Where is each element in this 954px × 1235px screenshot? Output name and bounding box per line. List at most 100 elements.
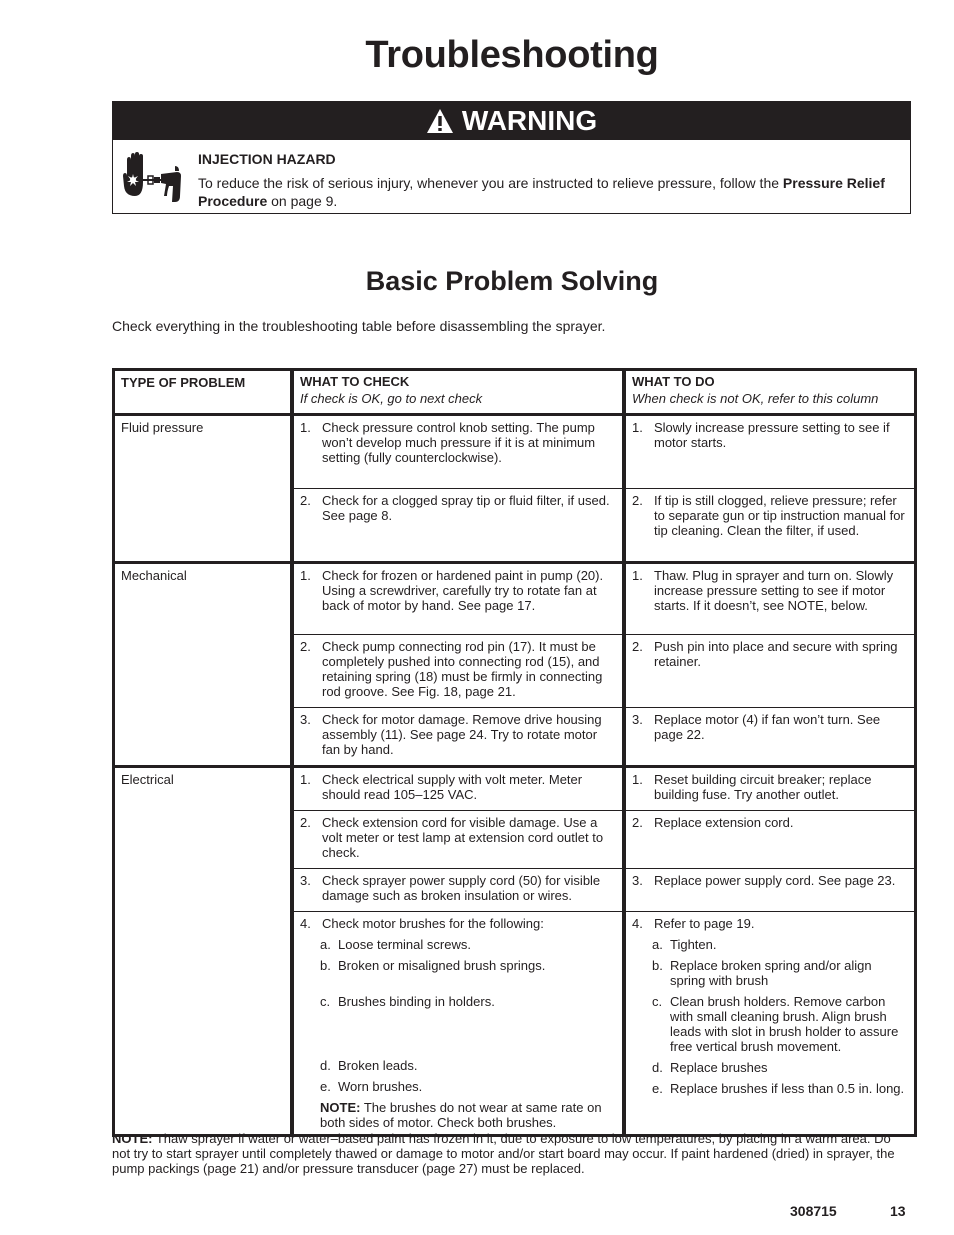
sub-item: c. Brushes binding in holders. — [320, 994, 616, 1052]
section-title: Basic Problem Solving — [365, 266, 659, 296]
brush-note: NOTE: The brushes do not wear at same ra… — [320, 1100, 616, 1130]
numbered-item: 3. Check sprayer power supply cord (50) f… — [300, 873, 616, 903]
sub-item-letter: a. — [320, 937, 331, 952]
brush-note-text: The brushes do not wear at same rate on … — [320, 1100, 602, 1130]
item-number: 4. — [632, 916, 643, 931]
numbered-item: 1. Slowly increase pressure setting to se… — [632, 420, 908, 450]
sub-item: d. Replace brushes — [652, 1060, 908, 1075]
sub-item: e. Worn brushes. — [320, 1079, 616, 1094]
header-check: WHAT TO CHECK If check is OK, go to next… — [290, 371, 622, 413]
numbered-item: 1. Check for frozen or hardened paint in … — [300, 568, 616, 613]
footer-note-label: NOTE: — [112, 1131, 153, 1146]
what-to-check-cell: 1. Check pressure control knob setting. T… — [290, 416, 622, 488]
numbered-item: 2. If tip is still clogged, relieve press… — [632, 493, 908, 538]
item-number: 1. — [300, 568, 311, 583]
sub-check-text: Worn brushes. — [338, 1079, 423, 1094]
what-to-do-cell: 2. If tip is still clogged, relieve press… — [622, 489, 914, 561]
sub-item: d. Broken leads. — [320, 1058, 616, 1073]
header-check-subtitle: If check is OK, go to next check — [300, 391, 483, 406]
table-row: 4. Check motor brushes for the following:… — [290, 911, 914, 1134]
sub-item-letter: d. — [320, 1058, 331, 1073]
hazard-text-before: To reduce the risk of serious injury, wh… — [198, 175, 783, 191]
item-number: 1. — [300, 420, 311, 435]
what-to-check-cell: 2. Check for a clogged spray tip or fluid… — [290, 489, 622, 561]
action-text: Thaw. Plug in sprayer and turn on. Slowl… — [654, 568, 894, 613]
action-text: Replace motor (4) if fan won’t turn. See… — [654, 712, 881, 742]
sub-action-text: Replace broken spring and/or align sprin… — [670, 958, 872, 988]
item-number: 1. — [300, 772, 311, 787]
table-row: 3. Check sprayer power supply cord (50) f… — [290, 868, 914, 911]
what-to-do-cell: 3. Replace power supply cord. See page 23… — [622, 869, 914, 911]
group-rows: 1. Check electrical supply with volt mete… — [290, 768, 914, 1134]
sub-item: b. Broken or misaligned brush springs. — [320, 958, 616, 988]
numbered-item: 3. Replace motor (4) if fan won’t turn. S… — [632, 712, 908, 742]
sub-check-text: Brushes binding in holders. — [338, 994, 495, 1009]
sub-action-text: Tighten. — [670, 937, 717, 952]
numbered-item: 2. Check for a clogged spray tip or fluid… — [300, 493, 616, 523]
what-to-do-cell: 4. Refer to page 19. a. Tighten. b. Replace b… — [622, 912, 914, 1134]
what-to-check-cell: 1. Check electrical supply with volt mete… — [290, 768, 622, 810]
brush-note-label: NOTE: — [320, 1100, 361, 1115]
item-number: 2. — [632, 815, 643, 830]
what-to-do-cell: 1. Thaw. Plug in sprayer and turn on. Slo… — [622, 564, 914, 634]
hazard-text: To reduce the risk of serious injury, wh… — [198, 174, 898, 210]
problem-type: Electrical — [121, 772, 174, 787]
sub-item: c. Clean brush holders. Remove carbon wit… — [652, 994, 908, 1054]
table-row: 2. Check extension cord for visible damag… — [290, 810, 914, 868]
sub-item: a. Loose terminal screws. — [320, 937, 616, 952]
problem-type: Fluid pressure — [121, 420, 204, 435]
sub-action-text: Clean brush holders. Remove carbon with … — [670, 994, 899, 1054]
page-number: 13 — [890, 1203, 906, 1219]
sub-item: e. Replace brushes if less than 0.5 in. l… — [652, 1081, 908, 1096]
action-text: Replace power supply cord. See page 23. — [654, 873, 896, 888]
sub-item-letter: e. — [320, 1079, 331, 1094]
numbered-item: 3. Replace power supply cord. See page 23… — [632, 873, 908, 888]
what-to-do-cell: 3. Replace motor (4) if fan won’t turn. S… — [622, 708, 914, 765]
warning-triangle-icon — [426, 108, 454, 134]
item-number: 3. — [632, 712, 643, 727]
sub-item-letter: c. — [652, 994, 663, 1009]
sub-item: a. Tighten. — [652, 937, 908, 952]
sub-action-text: Replace brushes if less than 0.5 in. lon… — [670, 1081, 905, 1096]
numbered-item: 2. Push pin into place and secure with sp… — [632, 639, 908, 669]
numbered-item: 1. Thaw. Plug in sprayer and turn on. Slo… — [632, 568, 908, 613]
check-text: Check for motor damage. Remove drive hou… — [322, 712, 602, 757]
what-to-do-cell: 2. Replace extension cord. — [622, 811, 914, 868]
sub-item-letter: e. — [652, 1081, 663, 1096]
what-to-check-cell: 2. Check pump connecting rod pin (17). It… — [290, 635, 622, 707]
table-row: 2. Check for a clogged spray tip or fluid… — [290, 488, 914, 561]
numbered-item: 4. Refer to page 19. — [632, 916, 908, 931]
numbered-item: 1. Check pressure control knob setting. T… — [300, 420, 616, 465]
what-to-check-cell: 1. Check for frozen or hardened paint in … — [290, 564, 622, 634]
sub-action-text: Replace brushes — [670, 1060, 768, 1075]
check-text: Check extension cord for visible damage.… — [322, 815, 604, 860]
header-do-subtitle: When check is not OK, refer to this colu… — [632, 391, 879, 406]
sub-check-text: Broken or misaligned brush springs. — [338, 958, 546, 973]
item-number: 3. — [632, 873, 643, 888]
sub-item-letter: c. — [320, 994, 331, 1009]
check-text: Check electrical supply with volt meter.… — [322, 772, 583, 802]
item-number: 1. — [632, 420, 643, 435]
item-number: 2. — [632, 493, 643, 508]
hazard-text-after: on page 9. — [267, 193, 338, 209]
header-do: WHAT TO DO When check is not OK, refer t… — [622, 371, 914, 413]
warning-body: INJECTION HAZARD To reduce the risk of s… — [113, 140, 910, 214]
check-text: Check motor brushes for the following: — [322, 916, 544, 931]
action-text: Replace extension cord. — [654, 815, 794, 830]
item-number: 2. — [300, 815, 311, 830]
table-row: 2. Check pump connecting rod pin (17). It… — [290, 634, 914, 707]
check-text: Check sprayer power supply cord (50) for… — [322, 873, 601, 903]
check-text: Check for a clogged spray tip or fluid f… — [322, 493, 610, 523]
document-number: 308715 — [790, 1203, 837, 1219]
numbered-item: 4. Check motor brushes for the following: — [300, 916, 616, 931]
what-to-do-cell: 1. Slowly increase pressure setting to se… — [622, 416, 914, 488]
sub-check-text: Broken leads. — [338, 1058, 418, 1073]
what-to-do-cell: 1. Reset building circuit breaker; replac… — [622, 768, 914, 810]
sub-item-letter: a. — [652, 937, 663, 952]
warning-label: WARNING — [461, 105, 598, 136]
item-number: 1. — [632, 772, 643, 787]
action-text: Reset building circuit breaker; replace … — [654, 772, 872, 802]
check-text: Check pump connecting rod pin (17). It m… — [322, 639, 603, 699]
action-text: Slowly increase pressure setting to see … — [654, 420, 890, 450]
table-group: Electrical 1. Check electrical supply with… — [115, 768, 914, 1134]
